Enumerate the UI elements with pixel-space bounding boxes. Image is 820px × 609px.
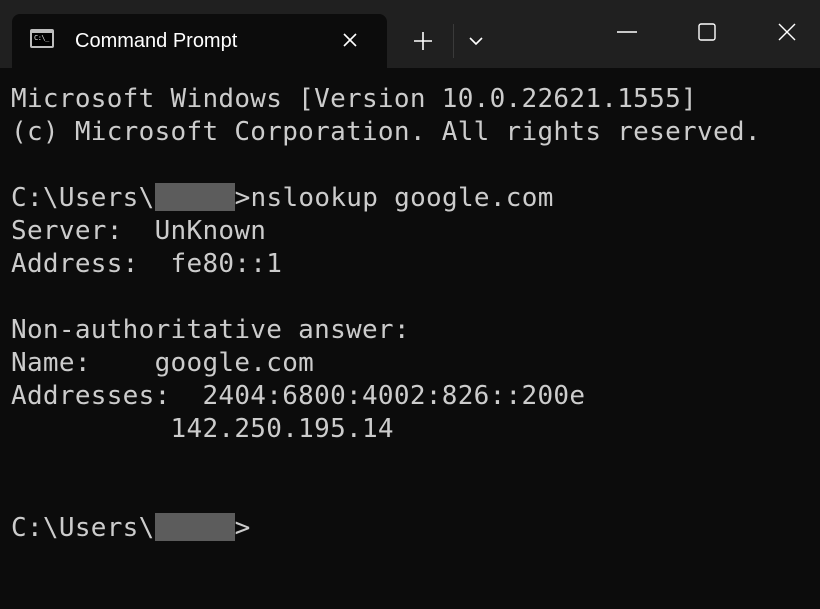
tab-title: Command Prompt xyxy=(75,30,238,52)
cmd-icon-prompt: C:\_ xyxy=(34,34,49,42)
prompt-path: C:\Users\ xyxy=(11,183,155,213)
prompt-path: C:\Users\ xyxy=(11,513,155,543)
redacted-username xyxy=(154,512,235,541)
banner-version-line: Microsoft Windows [Version 10.0.22621.15… xyxy=(11,84,697,114)
address-line: Address: fe80::1 xyxy=(11,249,283,279)
addresses-line: Addresses: 2404:6800:4002:826::200e xyxy=(11,381,586,411)
new-tab-plus-icon[interactable] xyxy=(406,24,440,58)
server-line: Server: UnKnown xyxy=(11,216,267,246)
maximize-icon[interactable] xyxy=(677,0,737,60)
redacted-username xyxy=(154,182,235,211)
current-prompt-line[interactable]: C:\Users\ > xyxy=(11,512,251,544)
command-text: >nslookup google.com xyxy=(234,183,554,213)
nonauth-line: Non-authoritative answer: xyxy=(11,315,410,345)
name-line: Name: google.com xyxy=(11,348,315,378)
close-window-icon[interactable] xyxy=(757,0,817,60)
banner-copyright-line: (c) Microsoft Corporation. All rights re… xyxy=(11,117,761,147)
console-output[interactable]: Microsoft Windows [Version 10.0.22621.15… xyxy=(0,68,820,609)
cmd-icon: C:\_ xyxy=(30,29,54,48)
close-tab-icon[interactable] xyxy=(337,27,363,53)
command-line: C:\Users\ >nslookup google.com xyxy=(11,182,554,214)
tab-command-prompt[interactable]: C:\_ Command Prompt xyxy=(12,14,387,68)
terminal-window: C:\_ Command Prompt Microsoft Windows [V… xyxy=(0,0,820,609)
tab-separator xyxy=(453,24,454,58)
addresses-line-2: 142.250.195.14 xyxy=(11,414,394,444)
title-bar[interactable]: C:\_ Command Prompt xyxy=(0,0,820,68)
prompt-symbol: > xyxy=(234,513,251,543)
chevron-down-icon[interactable] xyxy=(460,24,492,58)
minimize-icon[interactable] xyxy=(597,0,657,60)
